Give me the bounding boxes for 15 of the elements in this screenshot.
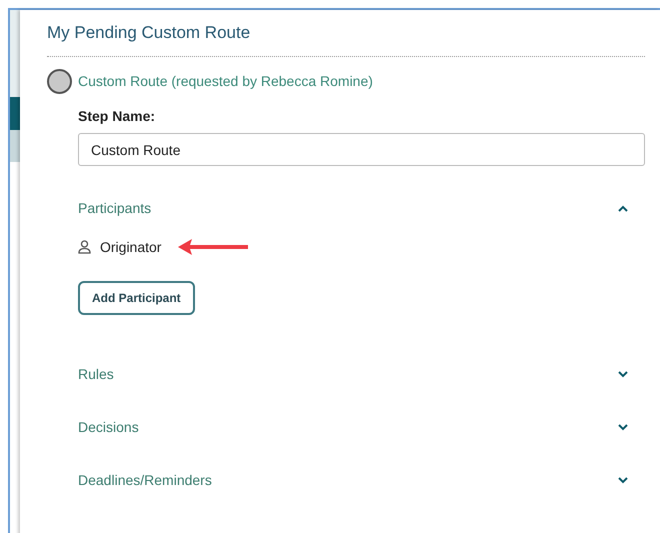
add-participant-button[interactable]: Add Participant (78, 281, 195, 315)
panel-title: My Pending Custom Route (47, 22, 252, 44)
step-name-field[interactable]: Custom Route (78, 133, 645, 166)
section-header[interactable]: Rules (78, 364, 114, 385)
section-header[interactable]: Deadlines/Reminders (78, 470, 212, 491)
participant-name: Originator (100, 238, 162, 257)
chevron-down-icon[interactable] (618, 371, 628, 378)
chevron-down-icon[interactable] (618, 424, 628, 431)
person-icon (78, 240, 91, 254)
chevron-down-icon[interactable] (618, 477, 628, 484)
field-label: Step Name: (78, 107, 156, 126)
chevron-up-icon[interactable] (618, 205, 628, 212)
section-header[interactable]: Participants (78, 198, 152, 219)
step-title: Custom Route (requested by Rebecca Romine) (78, 72, 373, 91)
section-header[interactable]: Decisions (78, 417, 139, 438)
